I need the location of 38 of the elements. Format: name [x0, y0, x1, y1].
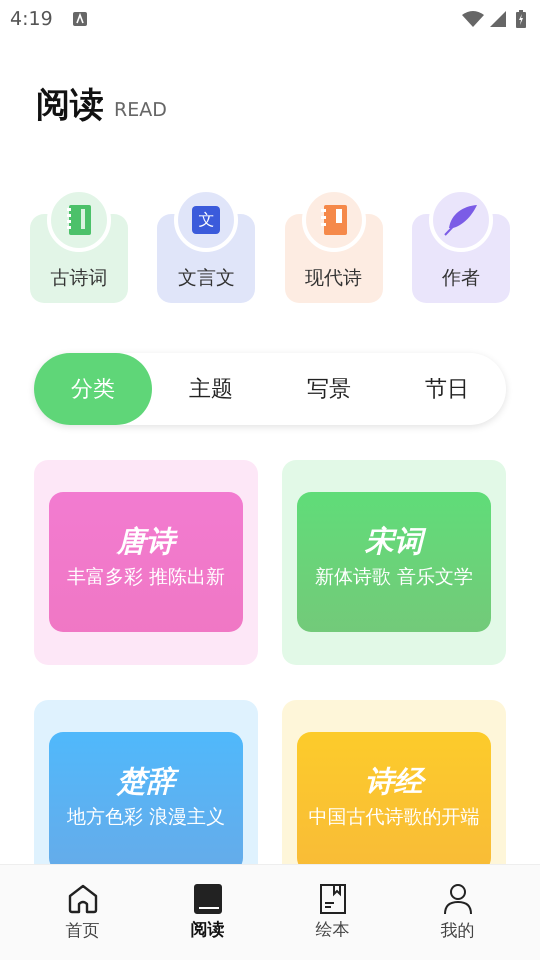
page-title: 阅读 [36, 84, 104, 127]
book-icon [194, 884, 222, 914]
card-title: 宋词 [359, 522, 429, 562]
category-tile[interactable]: 现代诗 [284, 188, 383, 303]
person-icon [442, 883, 472, 915]
tab[interactable]: 主题 [152, 353, 270, 425]
card-title: 诗经 [359, 762, 429, 802]
feather-icon [442, 204, 479, 236]
status-time: 4:19 [10, 8, 53, 30]
nav-item[interactable]: 阅读 [162, 865, 252, 960]
category-label: 古诗词 [50, 267, 108, 289]
category-label: 作者 [442, 267, 480, 289]
category-label: 文言文 [178, 267, 235, 289]
notebook-icon [67, 205, 91, 235]
tab[interactable]: 写景 [270, 353, 388, 425]
bookmark-page-icon [320, 884, 346, 914]
book-icon [320, 205, 347, 235]
wifi-icon [462, 11, 484, 27]
home-icon [66, 883, 98, 915]
keyboard-notification-icon [72, 12, 87, 26]
card-title: 楚辞 [111, 762, 181, 802]
nav-item[interactable]: 首页 [38, 865, 128, 960]
card-title: 唐诗 [111, 522, 181, 562]
category-tile[interactable]: 古诗词 [30, 188, 128, 303]
card-subtitle: 中国古代诗歌的开端 [308, 805, 480, 830]
category-tile[interactable]: 作者 [412, 188, 510, 303]
nav-item[interactable]: 绘本 [288, 865, 378, 960]
signal-icon [490, 11, 506, 27]
nav-item[interactable]: 我的 [412, 865, 502, 960]
category-label: 现代诗 [305, 267, 362, 289]
text-glyph-icon: 文 [192, 206, 220, 234]
battery-icon [516, 10, 526, 28]
card-subtitle: 地方色彩 浪漫主义 [66, 805, 226, 830]
card-subtitle: 丰富多彩 推陈出新 [66, 565, 226, 590]
page-subtitle: READ [114, 99, 167, 121]
tab[interactable]: 节日 [388, 353, 506, 425]
card-subtitle: 新体诗歌 音乐文学 [314, 565, 474, 590]
category-tile[interactable]: 文 文言文 [157, 188, 256, 303]
